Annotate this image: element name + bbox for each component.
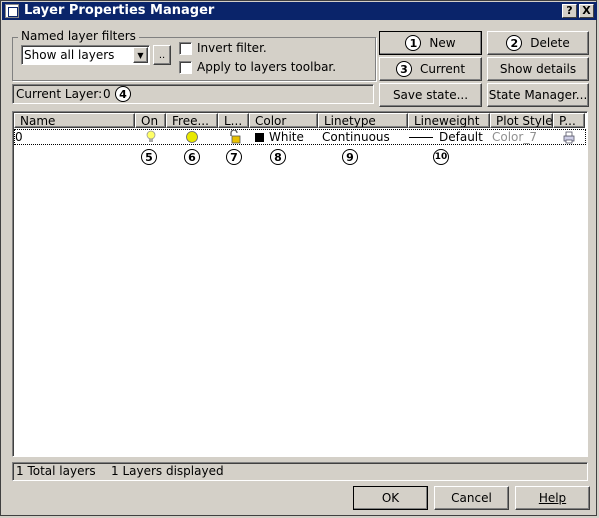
lightbulb-icon[interactable] [146,129,156,145]
delete-button[interactable]: 2 Delete [487,31,589,55]
invert-filter-label: Invert filter. [197,41,267,55]
column-plot[interactable]: P... [553,113,585,128]
column-freeze[interactable]: Free... [166,113,218,128]
callout-10: 10 [433,149,449,165]
apply-toolbar-label: Apply to layers toolbar. [197,60,337,74]
callout-7: 7 [226,149,242,165]
show-details-button[interactable]: Show details [487,57,589,81]
callout-6: 6 [184,149,200,165]
delete-button-label: Delete [530,36,570,50]
save-state-button[interactable]: Save state... [379,83,482,107]
callout-4: 4 [115,86,131,102]
current-button[interactable]: 3 Current [379,57,482,81]
color-cell[interactable]: White [255,129,304,145]
total-layers: 1 Total layers [16,464,96,478]
column-name[interactable]: Name [14,113,135,128]
unlock-icon[interactable] [228,129,242,145]
current-button-label: Current [419,62,466,76]
new-button-label: New [429,36,456,50]
layer-properties-dialog: Layer Properties Manager ? X Named layer… [0,0,597,516]
current-layer-label: Current Layer: [16,87,103,101]
app-icon [5,4,19,18]
cancel-button[interactable]: Cancel [434,486,509,510]
current-layer-display: Current Layer: 0 4 [12,84,374,104]
linetype-cell[interactable]: Continuous [322,129,390,145]
apply-toolbar-checkbox[interactable] [179,61,192,74]
printer-icon[interactable] [562,129,576,145]
callout-9: 9 [342,149,358,165]
color-swatch [255,132,264,142]
help-label: Help [538,491,567,505]
filter-browse-button[interactable]: .. [153,45,171,65]
status-bar: 1 Total layers 1 Layers displayed [12,462,588,481]
callout-8: 8 [270,149,286,165]
state-manager-label: State Manager... [488,88,588,102]
column-color[interactable]: Color [249,113,318,128]
ok-label: OK [381,491,400,505]
ok-button[interactable]: OK [353,486,428,510]
current-layer-value: 0 [103,87,111,101]
chevron-down-icon[interactable]: ▼ [133,47,148,63]
layer-name: 0 [15,130,23,144]
invert-filter-checkbox[interactable] [179,42,192,55]
window-title: Layer Properties Manager [24,3,215,18]
callout-1: 1 [405,35,422,51]
callout-3: 3 [395,61,412,77]
column-plot-style[interactable]: Plot Style [490,113,553,128]
lineweight-cell[interactable]: Default [409,129,483,145]
title-bar[interactable]: Layer Properties Manager ? X [2,2,597,20]
filter-select[interactable]: Show all layers ▼ [21,45,150,65]
layer-list[interactable]: Name On Free... L... Color Linetype Line… [12,111,588,457]
new-button[interactable]: 1 New [379,31,482,55]
state-manager-button[interactable]: State Manager... [487,83,589,107]
callout-2: 2 [506,35,523,51]
show-details-label: Show details [499,62,577,76]
named-filters-label: Named layer filters [18,29,139,43]
plot-style-cell[interactable]: Color_7 [492,129,537,145]
sun-icon[interactable] [185,129,199,145]
column-on[interactable]: On [135,113,166,128]
layers-displayed: 1 Layers displayed [111,464,224,478]
save-state-label: Save state... [392,88,469,102]
callout-5: 5 [141,149,157,165]
column-lock[interactable]: L... [218,113,249,128]
close-button[interactable]: X [579,4,594,18]
filter-selected-value: Show all layers [24,48,115,62]
help-title-button[interactable]: ? [562,4,577,18]
color-label: White [269,130,304,144]
browse-label: .. [158,49,166,61]
lineweight-label: Default [439,130,483,144]
cancel-label: Cancel [451,491,492,505]
help-button[interactable]: Help [515,486,590,510]
lineweight-sample [409,136,433,138]
column-linetype[interactable]: Linetype [318,113,408,128]
column-lineweight[interactable]: Lineweight [408,113,490,128]
